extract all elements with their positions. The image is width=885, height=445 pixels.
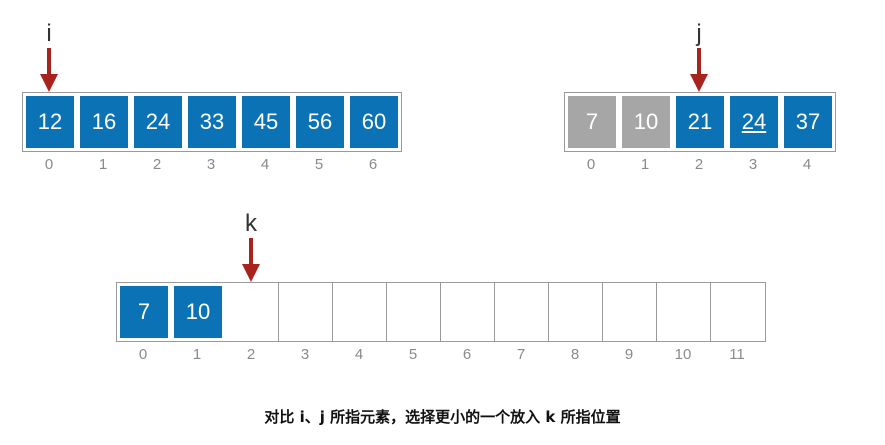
merged-index-label: 6 [462,346,472,363]
merged-index-label: 8 [570,346,580,363]
pointer-k-arrow [242,238,260,282]
merged-cell [225,283,279,341]
left-index-label: 6 [368,156,378,173]
left-cell-value: 24 [145,109,171,134]
merged-cell [333,283,387,341]
left-cell: 24 [134,96,182,148]
left-cell-value: 60 [361,109,387,134]
right-cell-value: 7 [585,109,599,134]
merged-cell [657,283,711,341]
merged-cell-value: 7 [137,299,151,324]
right-index-label: 4 [802,156,812,173]
merged-index-label: 10 [674,346,692,363]
right-index-label: 0 [586,156,596,173]
left-index-label: 0 [44,156,54,173]
left-cell: 33 [188,96,236,148]
merged-index-label: 11 [729,346,745,363]
merged-index-label: 0 [138,346,148,363]
merged-cell [603,283,657,341]
merged-array: 7 10 [116,282,766,342]
merged-index-label: 9 [624,346,634,363]
merged-cell [279,283,333,341]
merged-index-label: 2 [246,346,256,363]
right-cell-value: 21 [687,109,713,134]
merged-cell [387,283,441,341]
right-cell-value: 24 [741,109,767,134]
left-cell-value: 45 [253,109,279,134]
pointer-i-arrow [40,48,58,92]
merged-cell: 7 [120,286,168,338]
merged-cell [711,283,765,341]
merged-cell-value: 10 [185,299,211,324]
right-cell: 24 [730,96,778,148]
right-index-label: 2 [694,156,704,173]
merged-cell [441,283,495,341]
left-index-label: 4 [260,156,270,173]
left-cell: 56 [296,96,344,148]
right-cell: 10 [622,96,670,148]
pointer-j-arrow [690,48,708,92]
merged-index-label: 7 [516,346,526,363]
right-cell-value: 10 [633,109,659,134]
left-cell: 45 [242,96,290,148]
left-cell: 16 [80,96,128,148]
right-cell: 37 [784,96,832,148]
left-cell-value: 33 [199,109,225,134]
right-cell: 7 [568,96,616,148]
left-cell: 60 [350,96,398,148]
left-cell-value: 56 [307,109,333,134]
pointer-j-label: j [696,20,702,47]
left-array: 12 16 24 33 45 56 60 [22,92,402,152]
left-cell-value: 16 [91,109,117,134]
merged-cell [549,283,603,341]
merged-index-label: 1 [192,346,202,363]
left-cell-value: 12 [37,109,63,134]
right-cell: 21 [676,96,724,148]
left-index-label: 2 [152,156,162,173]
pointer-k-label: k [245,210,257,237]
left-index-label: 5 [314,156,324,173]
caption: 对比 i、j 所指元素，选择更小的一个放入 k 所指位置 [264,408,621,426]
right-cell-value: 37 [795,109,821,134]
right-index-label: 3 [748,156,758,173]
pointer-i-label: i [46,20,52,47]
right-index-label: 1 [640,156,650,173]
merged-index-label: 3 [300,346,310,363]
merged-cell: 10 [174,286,222,338]
left-index-label: 1 [98,156,108,173]
merged-index-label: 5 [408,346,418,363]
left-cell: 12 [26,96,74,148]
right-array: 7 10 21 24 37 [564,92,836,152]
merged-index-label: 4 [354,346,364,363]
left-index-label: 3 [206,156,216,173]
merged-cell [495,283,549,341]
